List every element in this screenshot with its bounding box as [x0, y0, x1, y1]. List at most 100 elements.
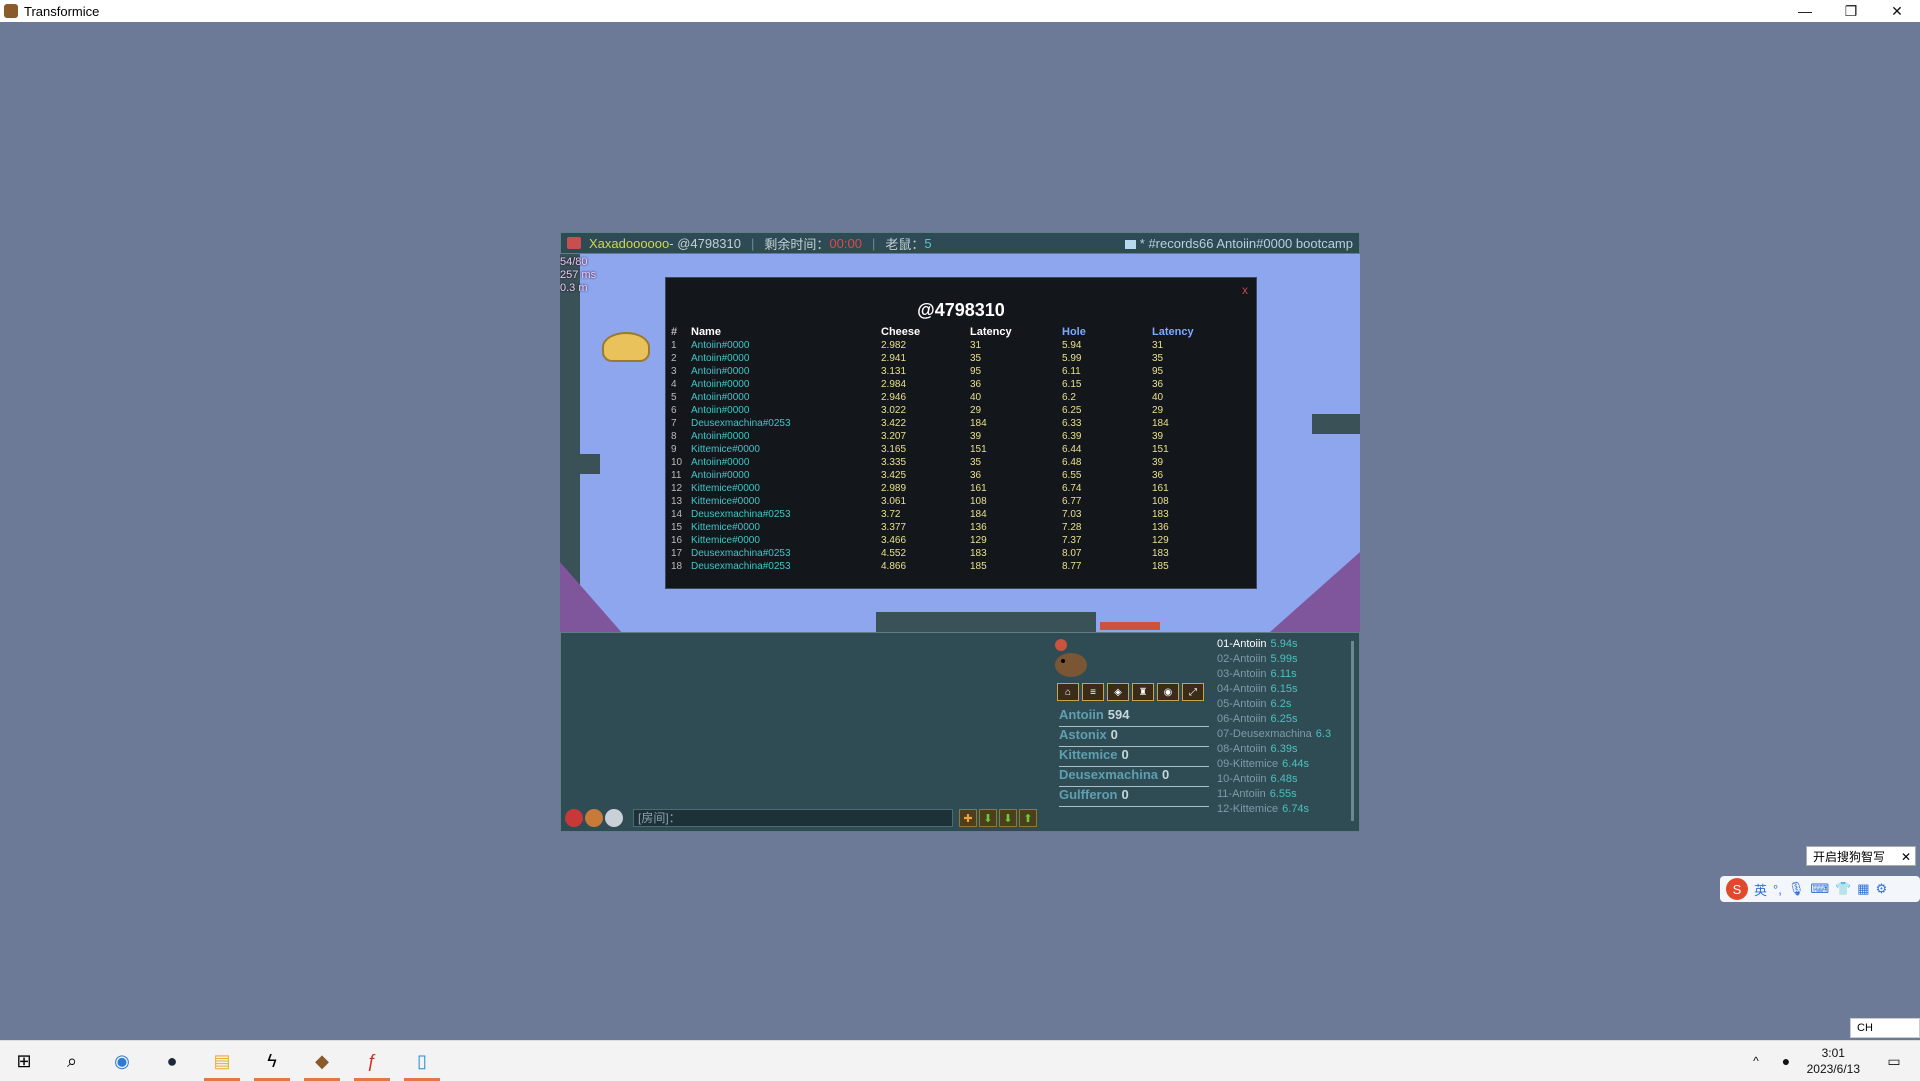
cell-name[interactable]: Antoiin#0000	[691, 391, 749, 404]
tribe-icon[interactable]	[605, 809, 623, 827]
ime-tooltip-close-icon[interactable]: ✕	[1901, 847, 1911, 867]
leaderboard-entry[interactable]: 04-Antoiin 6.15s	[1217, 682, 1353, 697]
flash-player-icon[interactable]: ƒ	[358, 1047, 386, 1075]
player-entry[interactable]: Gulfferon 0	[1059, 787, 1209, 807]
sogou-logo-icon[interactable]: S	[1726, 878, 1748, 900]
cell-name[interactable]: Deusexmachina#0253	[691, 417, 791, 430]
cell-name[interactable]: Kittemice#0000	[691, 521, 760, 534]
steam-icon[interactable]: ●	[158, 1047, 186, 1075]
keyboard-icon[interactable]: ⌨	[1810, 881, 1829, 897]
leaderboard-entry[interactable]: 05-Antoiin 6.2s	[1217, 697, 1353, 712]
search-icon[interactable]: ⌕	[58, 1047, 86, 1075]
cell-name[interactable]: Antoiin#0000	[691, 339, 749, 352]
cell-name[interactable]: Antoiin#0000	[691, 430, 749, 443]
trophy-icon[interactable]: ♜	[1132, 683, 1154, 701]
cell-latency: 183	[970, 548, 987, 559]
cell-name[interactable]: Antoiin#0000	[691, 404, 749, 417]
shop-icon[interactable]: ⌂	[1057, 683, 1079, 701]
microphone-icon[interactable]: 🎙	[1788, 881, 1805, 897]
cheese-shop-icon[interactable]: ◈	[1107, 683, 1129, 701]
scoreboard-close-button[interactable]: x	[1242, 283, 1248, 297]
heart-icon[interactable]	[565, 809, 583, 827]
cell-name[interactable]: Kittemice#0000	[691, 534, 760, 547]
player-entry[interactable]: Antoiin 594	[1059, 707, 1209, 727]
leader-name: 09-Kittemice	[1217, 758, 1279, 770]
cell-name[interactable]: Antoiin#0000	[691, 469, 749, 482]
chat-input[interactable]: [房间]：	[633, 809, 953, 827]
down-arrow-2-icon[interactable]: ⬇	[999, 809, 1017, 827]
leaderboard-scrollbar[interactable]	[1351, 641, 1354, 821]
leaderboard-entry[interactable]: 01-Antoiin 5.94s	[1217, 637, 1353, 652]
ime-tooltip[interactable]: 开启搜狗智写 ✕	[1806, 846, 1916, 866]
restore-button[interactable]: ❐	[1828, 0, 1874, 22]
ime-mode[interactable]: 英	[1754, 880, 1767, 899]
down-arrow-icon[interactable]: ⬇	[979, 809, 997, 827]
leaderboard-entry[interactable]: 08-Antoiin 6.39s	[1217, 742, 1353, 757]
clock[interactable]: 3:01 2023/6/13	[1807, 1045, 1860, 1077]
lightning-app-icon[interactable]: ϟ	[258, 1047, 286, 1075]
edge-icon[interactable]: ◉	[108, 1047, 136, 1075]
minimize-button[interactable]: —	[1782, 0, 1828, 22]
cell-latency: 108	[970, 496, 987, 507]
plus-icon[interactable]: ✚	[959, 809, 977, 827]
taskbar: ⊞ ⌕ ◉ ● ▤ ϟ ◆ ƒ ▯ ^ ● 3:01 2023/6/13 ▭	[0, 1040, 1920, 1081]
list-icon[interactable]: ≡	[1082, 683, 1104, 701]
mouse-avatar[interactable]	[1051, 639, 1091, 679]
leaderboard-entry[interactable]: 06-Antoiin 6.25s	[1217, 712, 1353, 727]
leaderboard-entry[interactable]: 10-Antoiin 6.48s	[1217, 772, 1353, 787]
cell-name[interactable]: Antoiin#0000	[691, 378, 749, 391]
leaderboard-entry[interactable]: 09-Kittemice 6.44s	[1217, 757, 1353, 772]
scoreboard-row: 3 Antoiin#0000 3.131 95 6.11 95	[666, 365, 1256, 378]
cell-name[interactable]: Antoiin#0000	[691, 352, 749, 365]
grid-icon[interactable]: ▦	[1857, 881, 1869, 897]
shield-icon[interactable]	[585, 809, 603, 827]
cell-name[interactable]: Kittemice#0000	[691, 482, 760, 495]
cell-name[interactable]: Deusexmachina#0253	[691, 508, 791, 521]
player-entry[interactable]: Astonix 0	[1059, 727, 1209, 747]
player-entry[interactable]: Deusexmachina 0	[1059, 767, 1209, 787]
scoreboard-row: 13 Kittemice#0000 3.061 108 6.77 108	[666, 495, 1256, 508]
cell-hole: 6.55	[1062, 470, 1082, 481]
leaderboard-entry[interactable]: 02-Antoiin 5.99s	[1217, 652, 1353, 667]
cell-name[interactable]: Deusexmachina#0253	[691, 560, 791, 573]
player-name: Kittemice	[1059, 747, 1118, 762]
header-name: Name	[691, 326, 721, 338]
fullscreen-icon[interactable]: ⤢	[1182, 683, 1204, 701]
file-explorer-icon[interactable]: ▤	[208, 1047, 236, 1075]
cell-hole-latency: 39	[1152, 457, 1164, 468]
windows-start-icon[interactable]: ⊞	[10, 1047, 38, 1075]
discord-icon[interactable]: ◉	[1157, 683, 1179, 701]
app-tablet-icon[interactable]: ▯	[408, 1047, 436, 1075]
leaderboard-entry[interactable]: 07-Deusexmachina 6.3	[1217, 727, 1353, 742]
player-entry[interactable]: Kittemice 0	[1059, 747, 1209, 767]
close-button[interactable]: ✕	[1874, 0, 1920, 22]
cell-name[interactable]: Antoiin#0000	[691, 365, 749, 378]
cell-name[interactable]: Antoiin#0000	[691, 456, 749, 469]
leaderboard-entry[interactable]: 11-Antoiin 6.55s	[1217, 787, 1353, 802]
room-name[interactable]: * #records66 Antoiin#0000 bootcamp	[1124, 236, 1353, 251]
mice-limit-label: 老鼠：	[885, 236, 925, 252]
cell-name[interactable]: Kittemice#0000	[691, 443, 760, 456]
player-nick[interactable]: Xaxadoooooo	[589, 236, 669, 251]
leaderboard-entry[interactable]: 03-Antoiin 6.11s	[1217, 667, 1353, 682]
cell-hole-latency: 36	[1152, 379, 1164, 390]
skin-icon[interactable]: 👕	[1835, 881, 1851, 897]
cheese-icon	[602, 332, 650, 362]
up-arrow-icon[interactable]: ⬆	[1019, 809, 1037, 827]
cell-rank: 9	[671, 444, 677, 455]
cell-name[interactable]: Kittemice#0000	[691, 495, 760, 508]
tray-chevron-icon[interactable]: ^	[1742, 1047, 1770, 1075]
fps-readout: 54/80	[560, 256, 588, 268]
cell-hole: 6.74	[1062, 483, 1082, 494]
scoreboard-row: 7 Deusexmachina#0253 3.422 184 6.33 184	[666, 417, 1256, 430]
leaderboard-entry[interactable]: 12-Kittemice 6.74s	[1217, 802, 1353, 817]
transformice-icon[interactable]: ◆	[308, 1047, 336, 1075]
settings-icon[interactable]: ⚙	[1876, 881, 1888, 897]
notification-icon[interactable]: ▭	[1880, 1047, 1908, 1075]
cell-latency: 184	[970, 509, 987, 520]
punctuation-icon[interactable]: °,	[1773, 882, 1782, 897]
game-canvas[interactable]: Xaxadoooooo - @4798310 | 剩余时间： 00:00 | 老…	[560, 232, 1360, 832]
cell-name[interactable]: Deusexmachina#0253	[691, 547, 791, 560]
language-indicator[interactable]: CH	[1850, 1018, 1920, 1038]
qq-icon[interactable]: ●	[1772, 1047, 1800, 1075]
